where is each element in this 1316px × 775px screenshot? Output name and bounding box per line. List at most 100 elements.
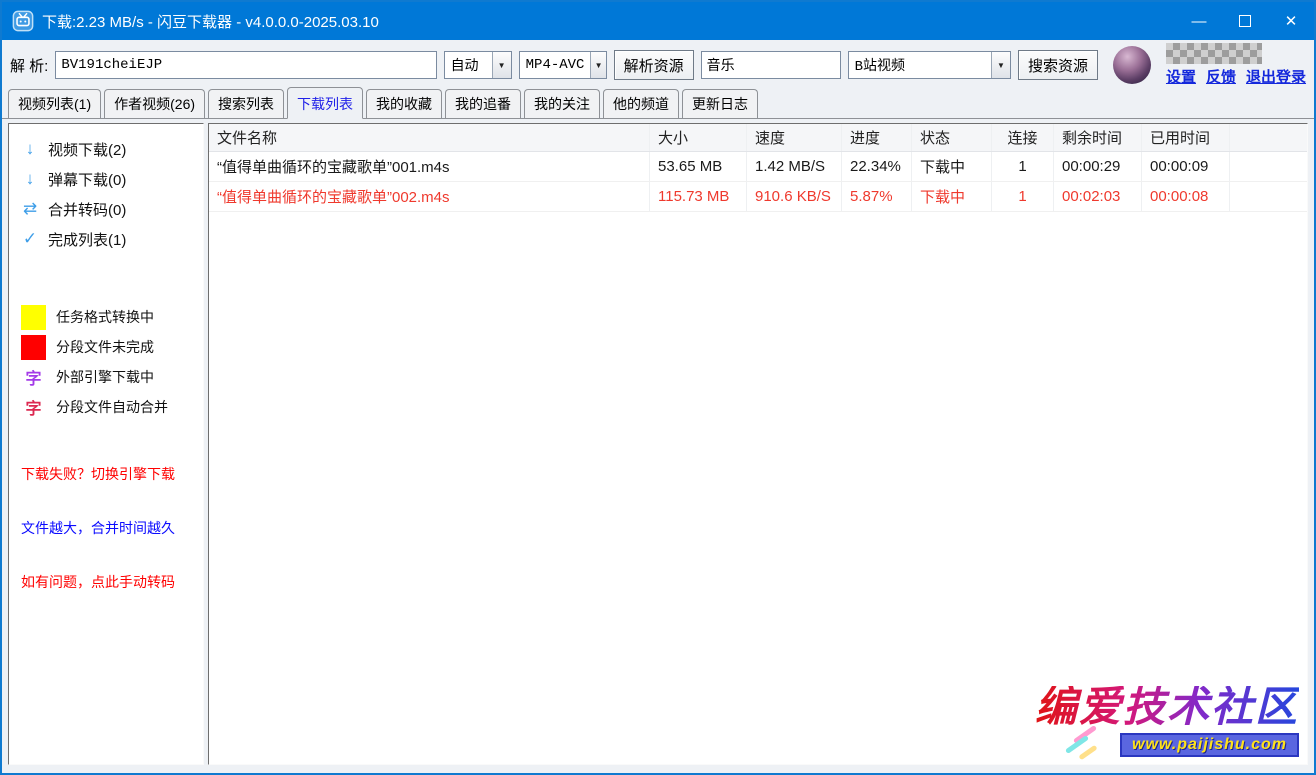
sidebar-item-merge-transcode[interactable]: ⇄ 合并转码(0) bbox=[21, 194, 197, 224]
tab-my-following[interactable]: 我的关注 bbox=[524, 89, 600, 118]
col-size[interactable]: 大小 bbox=[650, 124, 747, 151]
source-select-value: B站视频 bbox=[849, 52, 991, 78]
red-swatch-icon bbox=[21, 335, 46, 360]
chevron-down-icon: ▼ bbox=[991, 52, 1010, 78]
col-speed[interactable]: 速度 bbox=[747, 124, 842, 151]
download-arrow-icon: ↓ bbox=[21, 169, 39, 189]
format-select-value: MP4-AVC bbox=[520, 52, 591, 78]
col-status[interactable]: 状态 bbox=[912, 124, 992, 151]
tab-his-channel[interactable]: 他的频道 bbox=[603, 89, 679, 118]
parse-resource-button[interactable]: 解析资源 bbox=[614, 50, 694, 80]
legend-row-segment-incomplete: 分段文件未完成 bbox=[21, 332, 197, 362]
tab-update-log[interactable]: 更新日志 bbox=[682, 89, 758, 118]
cell-remaining-time: 00:00:29 bbox=[1054, 152, 1142, 181]
cell-status: 下载中 bbox=[912, 152, 992, 181]
cell-progress: 22.34% bbox=[842, 152, 912, 181]
transcode-arrows-icon: ⇄ bbox=[21, 199, 39, 219]
col-filename[interactable]: 文件名称 bbox=[209, 124, 650, 151]
window-title: 下载:2.23 MB/s - 闪豆下载器 - v4.0.0.0-2025.03.… bbox=[42, 11, 379, 32]
col-connections[interactable]: 连接 bbox=[992, 124, 1054, 151]
maximize-icon bbox=[1239, 15, 1251, 27]
cell-size: 115.73 MB bbox=[650, 182, 747, 211]
tab-author-videos[interactable]: 作者视频(26) bbox=[104, 89, 205, 118]
download-table-panel: 文件名称 大小 速度 进度 状态 连接 剩余时间 已用时间 “值得单曲循环的宝藏… bbox=[208, 123, 1308, 765]
check-icon: ✓ bbox=[21, 229, 39, 249]
cell-elapsed-time: 00:00:08 bbox=[1142, 182, 1230, 211]
username-censored bbox=[1166, 43, 1262, 64]
tab-my-favorites[interactable]: 我的收藏 bbox=[366, 89, 442, 118]
cell-filler bbox=[1230, 152, 1307, 181]
watermark-url: www.paijishu.com bbox=[1120, 733, 1299, 757]
table-row[interactable]: “值得单曲循环的宝藏歌单”002.m4s 115.73 MB 910.6 KB/… bbox=[209, 182, 1307, 212]
legend-label: 外部引擎下载中 bbox=[56, 367, 154, 387]
chevron-down-icon: ▼ bbox=[492, 52, 511, 78]
tab-my-bangumi[interactable]: 我的追番 bbox=[445, 89, 521, 118]
note-switch-engine[interactable]: 下载失败？切换引擎下载 bbox=[21, 464, 197, 484]
sidebar: ↓ 视频下载(2) ↓ 弹幕下载(0) ⇄ 合并转码(0) ✓ 完成列表(1) … bbox=[8, 123, 204, 765]
source-select[interactable]: B站视频 ▼ bbox=[848, 51, 1011, 79]
cell-speed: 1.42 MB/S bbox=[747, 152, 842, 181]
download-arrow-icon: ↓ bbox=[21, 139, 39, 159]
tab-search-list[interactable]: 搜索列表 bbox=[208, 89, 284, 118]
search-resource-button[interactable]: 搜索资源 bbox=[1018, 50, 1098, 80]
sidebar-item-label: 视频下载(2) bbox=[48, 139, 126, 160]
cell-filler bbox=[1230, 182, 1307, 211]
app-window: 下载:2.23 MB/s - 闪豆下载器 - v4.0.0.0-2025.03.… bbox=[0, 0, 1316, 775]
sidebar-notes: 下载失败？切换引擎下载 文件越大，合并时间越久 如有问题，点此手动转码 bbox=[21, 464, 197, 592]
cell-elapsed-time: 00:00:09 bbox=[1142, 152, 1230, 181]
col-progress[interactable]: 进度 bbox=[842, 124, 912, 151]
user-avatar[interactable] bbox=[1113, 46, 1151, 84]
table-row[interactable]: “值得单曲循环的宝藏歌单”001.m4s 53.65 MB 1.42 MB/S … bbox=[209, 152, 1307, 182]
comet-streaks-icon bbox=[1058, 732, 1112, 758]
purple-char-icon: 字 bbox=[21, 365, 46, 389]
logout-link[interactable]: 退出登录 bbox=[1246, 66, 1306, 87]
cell-remaining-time: 00:02:03 bbox=[1054, 182, 1142, 211]
tab-video-list[interactable]: 视频列表(1) bbox=[8, 89, 101, 118]
legend-row-external-engine: 字 外部引擎下载中 bbox=[21, 362, 197, 392]
title-bar: 下载:2.23 MB/s - 闪豆下载器 - v4.0.0.0-2025.03.… bbox=[2, 2, 1314, 40]
search-keyword-input[interactable] bbox=[701, 51, 841, 79]
cell-speed: 910.6 KB/S bbox=[747, 182, 842, 211]
mode-select-value: 自动 bbox=[445, 52, 492, 78]
feedback-link[interactable]: 反馈 bbox=[1206, 66, 1236, 87]
cell-progress: 5.87% bbox=[842, 182, 912, 211]
chevron-down-icon: ▼ bbox=[590, 52, 605, 78]
toolbar: 解 析: 自动 ▼ MP4-AVC ▼ 解析资源 B站视频 ▼ 搜索资源 设置 … bbox=[2, 40, 1314, 90]
settings-link[interactable]: 设置 bbox=[1166, 66, 1196, 87]
main-content: ↓ 视频下载(2) ↓ 弹幕下载(0) ⇄ 合并转码(0) ✓ 完成列表(1) … bbox=[2, 119, 1314, 773]
tab-download-list[interactable]: 下载列表 bbox=[287, 87, 363, 119]
sidebar-item-danmaku-download[interactable]: ↓ 弹幕下载(0) bbox=[21, 164, 197, 194]
format-select[interactable]: MP4-AVC ▼ bbox=[519, 51, 607, 79]
parse-url-input[interactable] bbox=[55, 51, 436, 79]
legend-label: 任务格式转换中 bbox=[56, 307, 154, 327]
note-manual-transcode[interactable]: 如有问题，点此手动转码 bbox=[21, 572, 197, 592]
watermark-title: 编爱技术社区 bbox=[1035, 686, 1299, 728]
legend-label: 分段文件自动合并 bbox=[56, 397, 168, 417]
mode-select[interactable]: 自动 ▼ bbox=[444, 51, 512, 79]
note-merge-time: 文件越大，合并时间越久 bbox=[21, 518, 197, 538]
maximize-button[interactable] bbox=[1222, 2, 1268, 40]
legend-row-converting: 任务格式转换中 bbox=[21, 302, 197, 332]
sidebar-item-label: 弹幕下载(0) bbox=[48, 169, 126, 190]
user-links: 设置 反馈 退出登录 bbox=[1166, 66, 1306, 87]
cell-connections: 1 bbox=[992, 182, 1054, 211]
watermark-badge-row: www.paijishu.com bbox=[1035, 732, 1299, 758]
sidebar-item-video-download[interactable]: ↓ 视频下载(2) bbox=[21, 134, 197, 164]
legend-row-auto-merge: 字 分段文件自动合并 bbox=[21, 392, 197, 422]
col-elapsed-time[interactable]: 已用时间 bbox=[1142, 124, 1230, 151]
close-button[interactable]: ✕ bbox=[1268, 2, 1314, 40]
crimson-char-icon: 字 bbox=[21, 395, 46, 419]
tab-strip: 视频列表(1) 作者视频(26) 搜索列表 下载列表 我的收藏 我的追番 我的关… bbox=[2, 90, 1314, 119]
cell-size: 53.65 MB bbox=[650, 152, 747, 181]
cell-filename: “值得单曲循环的宝藏歌单”002.m4s bbox=[209, 182, 650, 211]
sidebar-item-label: 合并转码(0) bbox=[48, 199, 126, 220]
minimize-button[interactable]: — bbox=[1176, 2, 1222, 40]
sidebar-item-completed-list[interactable]: ✓ 完成列表(1) bbox=[21, 224, 197, 254]
cell-filename: “值得单曲循环的宝藏歌单”001.m4s bbox=[209, 152, 650, 181]
col-remaining-time[interactable]: 剩余时间 bbox=[1054, 124, 1142, 151]
user-block: 设置 反馈 退出登录 bbox=[1166, 43, 1306, 87]
sidebar-item-label: 完成列表(1) bbox=[48, 229, 126, 250]
legend-label: 分段文件未完成 bbox=[56, 337, 154, 357]
status-legend: 任务格式转换中 分段文件未完成 字 外部引擎下载中 字 分段文件自动合并 bbox=[21, 302, 197, 422]
table-header: 文件名称 大小 速度 进度 状态 连接 剩余时间 已用时间 bbox=[209, 124, 1307, 152]
